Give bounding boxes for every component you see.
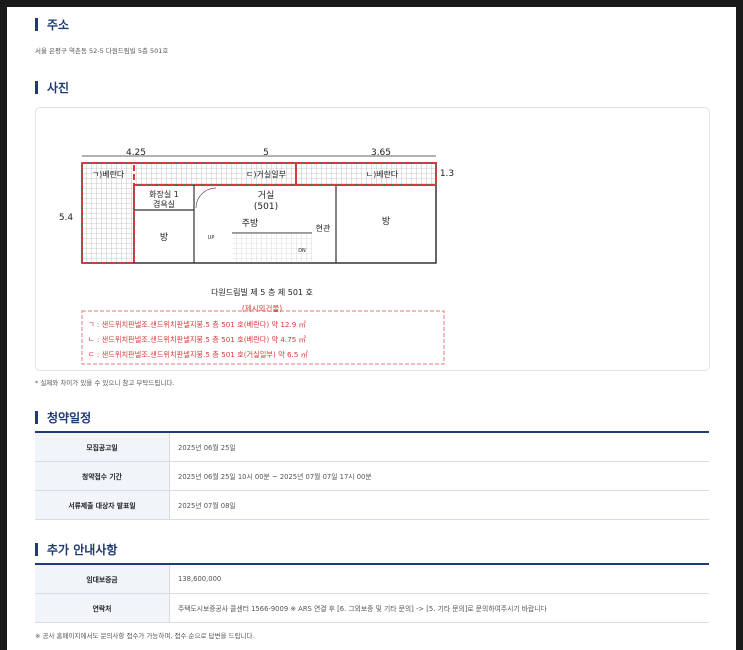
photo-note: * 실제와 차이가 있을 수 있으니 참고 부탁드립니다.: [35, 379, 175, 387]
table-value-cell: 2025년 06월 25일 10시 00분 ~ 2025년 07월 07일 17…: [169, 461, 709, 491]
room-label: 현관: [316, 223, 331, 233]
table-value-cell: 138,600,000: [169, 564, 709, 594]
stair-label: DN: [298, 248, 306, 254]
table-header-cell: 청약접수 기간: [35, 461, 170, 491]
room-label: ㄷ)거실일부: [246, 169, 286, 179]
extra-note: ※ 공사 홈페이지에서도 문의사항 접수가 가능하며, 접수 순으로 답변을 드…: [35, 632, 255, 640]
plan-caption: 다원드림빌 제 5 층 제 501 호: [211, 287, 313, 297]
room-label: (501): [254, 202, 278, 212]
room-label: 방: [160, 232, 168, 243]
section-title-text: 추가 안내사항: [47, 543, 118, 557]
section-title-text: 사진: [47, 81, 70, 95]
title-bar: [35, 411, 38, 424]
table-value-cell: 2025년 07월 08일: [169, 490, 709, 520]
legend-title: (제시외건물): [242, 303, 282, 313]
section-title-schedule: 청약일정: [35, 409, 91, 426]
table-row: 서류제출 대상자 발표일 2025년 07월 08일: [35, 490, 709, 520]
table-header-cell: 모집공고일: [35, 432, 170, 462]
room-label: 방: [382, 216, 390, 227]
stair-label: UP: [208, 235, 215, 241]
legend-row: ㄱ : 샌드위치판넬조.샌드위치판넬지붕.5 층 501 호(베란다) 약 12…: [88, 320, 306, 329]
room-label: 화장실 1: [149, 189, 179, 199]
floor-plan-image: 4.25 5 3.65 1.3 5.4 ㄱ)베란다 ㄷ)거실일부 ㄴ)베란다 화…: [59, 148, 454, 365]
table-row: 모집공고일 2025년 06월 25일: [35, 432, 709, 462]
room-label: ㄴ)베란다: [366, 169, 399, 179]
table-header-cell: 연락처: [35, 593, 170, 623]
legend-row: ㄷ : 샌드위치판넬조.샌드위치판넬지붕.5 층 501 호(거실일부) 약 6…: [88, 350, 308, 359]
dim-label: 3.65: [371, 148, 391, 158]
section-title-address: 주소: [35, 16, 69, 33]
section-title-text: 주소: [47, 18, 70, 32]
room-label: ㄱ)베란다: [92, 169, 125, 179]
table-row: 임대보증금 138,600,000: [35, 564, 709, 594]
page: 주소 서울 은평구 역촌동 52-5 다원드림빌 5층 501호 사진 4.25…: [7, 7, 736, 650]
table-row: 연락처 주택도시보증공사 콜센터 1566-9009 ※ ARS 연결 후 [6…: [35, 593, 709, 623]
dim-label: 4.25: [126, 148, 146, 158]
room-label: 겸욕실: [153, 199, 175, 209]
title-bar: [35, 543, 38, 556]
table-row: 청약접수 기간 2025년 06월 25일 10시 00분 ~ 2025년 07…: [35, 461, 709, 491]
dim-label: 5: [263, 148, 269, 158]
title-bar: [35, 18, 38, 31]
table-header-cell: 서류제출 대상자 발표일: [35, 490, 170, 520]
section-title-photo: 사진: [35, 79, 69, 96]
schedule-table: 모집공고일 2025년 06월 25일 청약접수 기간 2025년 06월 25…: [35, 431, 709, 520]
dim-label: 1.3: [440, 169, 454, 179]
table-value-cell: 주택도시보증공사 콜센터 1566-9009 ※ ARS 연결 후 [6. 그외…: [169, 593, 709, 623]
title-bar: [35, 81, 38, 94]
table-header-cell: 임대보증금: [35, 564, 170, 594]
room-label: 거실: [258, 190, 275, 201]
address-value: 서울 은평구 역촌동 52-5 다원드림빌 5층 501호: [35, 47, 169, 55]
dim-label: 5.4: [59, 213, 74, 223]
table-value-cell: 2025년 06월 25일: [169, 432, 709, 462]
photo-frame: 4.25 5 3.65 1.3 5.4 ㄱ)베란다 ㄷ)거실일부 ㄴ)베란다 화…: [35, 107, 710, 371]
section-title-text: 청약일정: [47, 411, 92, 425]
legend-row: ㄴ : 샌드위치판넬조.샌드위치판넬지붕.5 층 501 호(베란다) 약 4.…: [88, 335, 306, 344]
section-title-extra: 추가 안내사항: [35, 541, 117, 558]
room-label: 주방: [242, 218, 259, 229]
extra-table: 임대보증금 138,600,000 연락처 주택도시보증공사 콜센터 1566-…: [35, 563, 709, 623]
